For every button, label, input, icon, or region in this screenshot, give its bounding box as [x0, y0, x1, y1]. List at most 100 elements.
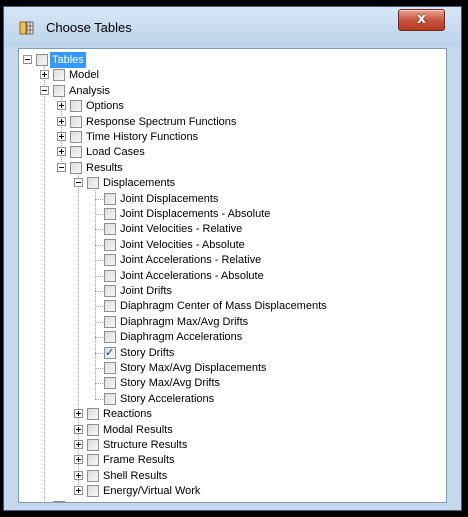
checkbox[interactable]: [104, 254, 116, 267]
tree-item-joint-velocities-relative[interactable]: Joint Velocities - Relative: [19, 221, 444, 237]
checkbox[interactable]: [53, 500, 65, 502]
tree-item-diaphragm-accelerations[interactable]: Diaphragm Accelerations: [19, 329, 444, 345]
tree-item-label: Results: [86, 161, 123, 174]
expand-icon[interactable]: [74, 409, 83, 419]
tree-item-label: Shell Results: [103, 469, 168, 482]
tree-item-label: Energy/Virtual Work: [103, 485, 201, 498]
tree-item-joint-displacements-absolute[interactable]: Joint Displacements - Absolute: [19, 206, 444, 222]
checkbox[interactable]: [104, 285, 116, 297]
choose-tables-dialog: Choose Tables x Tables Model Analysis Optio…: [3, 6, 462, 511]
tree-item-story-max-avg-displacements[interactable]: Story Max/Avg Displacements: [19, 360, 444, 376]
checkbox[interactable]: [104, 238, 116, 251]
tree-item-frame-results[interactable]: Frame Results: [19, 452, 444, 468]
tree-item-label: Diaphragm Accelerations: [120, 331, 243, 344]
tables-app-icon: [19, 21, 34, 35]
expand-icon[interactable]: [74, 424, 83, 434]
expand-icon[interactable]: [74, 455, 83, 465]
tree-item-label: Load Cases: [86, 146, 145, 159]
checkbox[interactable]: [70, 115, 82, 128]
tree-item-shell-results[interactable]: Shell Results: [19, 468, 444, 484]
tree-item-model[interactable]: Model: [19, 67, 444, 83]
tree-item-reactions[interactable]: Reactions: [19, 406, 444, 422]
checkbox[interactable]: [53, 84, 65, 97]
checkbox[interactable]: [87, 454, 99, 467]
checkbox[interactable]: [87, 408, 99, 421]
tree-item-label: Diaphragm Center of Mass Displacements: [120, 300, 327, 313]
checkbox[interactable]: [104, 377, 116, 390]
checkbox[interactable]: [70, 146, 82, 159]
tree-item-joint-drifts[interactable]: Joint Drifts: [19, 283, 444, 299]
expand-icon[interactable]: [74, 440, 83, 449]
checkbox[interactable]: [53, 69, 65, 82]
tree-item-response-spectrum-functions[interactable]: Response Spectrum Functions: [19, 114, 444, 130]
tree-item-label: Tables: [50, 52, 86, 68]
tree-item-label: Model: [69, 69, 99, 82]
checkbox[interactable]: [87, 177, 99, 190]
tree-item-modal-results[interactable]: Modal Results: [19, 422, 444, 438]
checkbox[interactable]: [70, 161, 82, 174]
tree-item-joint-velocities-absolute[interactable]: Joint Velocities - Absolute: [19, 237, 444, 253]
collapse-icon[interactable]: [40, 85, 49, 95]
tree-item-displacements[interactable]: Displacements: [19, 175, 444, 191]
window-title: Choose Tables: [46, 20, 132, 35]
tree-item-label: Analysis: [69, 84, 110, 97]
tree-item-tables[interactable]: Tables: [19, 52, 444, 68]
tree-item-story-drifts[interactable]: Story Drifts: [19, 345, 444, 361]
expand-icon[interactable]: [57, 116, 66, 126]
checkbox[interactable]: [104, 300, 116, 313]
collapse-icon[interactable]: [57, 162, 66, 172]
checkbox[interactable]: [104, 223, 116, 236]
tree-item-label: Story Drifts: [120, 346, 175, 359]
tree-item-label: Joint Velocities - Absolute: [120, 238, 245, 251]
collapse-icon[interactable]: [23, 55, 32, 64]
tree-item-options[interactable]: Options: [19, 98, 444, 114]
title-bar[interactable]: Choose Tables x: [4, 7, 461, 47]
tree-item-energy-virtual-work[interactable]: Energy/Virtual Work: [19, 483, 444, 499]
tree-item-label: Joint Displacements - Absolute: [120, 208, 271, 220]
checkbox[interactable]: [104, 362, 116, 374]
tree-item-design[interactable]: Design: [19, 499, 444, 502]
checkbox[interactable]: [87, 439, 99, 451]
tree-item-time-history-functions[interactable]: Time History Functions: [19, 129, 444, 145]
collapse-icon[interactable]: [74, 178, 83, 188]
checkbox[interactable]: [104, 269, 116, 282]
checkbox[interactable]: [87, 469, 99, 482]
tree-item-label: Time History Functions: [86, 131, 199, 143]
checkbox[interactable]: [87, 485, 99, 498]
tree-item-story-accelerations[interactable]: Story Accelerations: [19, 391, 444, 407]
checkbox[interactable]: [104, 192, 116, 205]
expand-icon[interactable]: [74, 470, 83, 480]
tree-item-joint-accelerations-relative[interactable]: Joint Accelerations - Relative: [19, 252, 444, 268]
tree-item-story-max-avg-drifts[interactable]: Story Max/Avg Drifts: [19, 375, 444, 391]
tree-item-label: Joint Accelerations - Absolute: [120, 269, 264, 282]
expand-icon[interactable]: [57, 132, 66, 141]
checkbox[interactable]: [104, 345, 116, 361]
tree-item-results[interactable]: Results: [19, 160, 444, 176]
tree-item-structure-results[interactable]: Structure Results: [19, 437, 444, 453]
tree-item-label: Modal Results: [103, 423, 173, 436]
tree-item-analysis[interactable]: Analysis: [19, 83, 444, 99]
checkbox[interactable]: [104, 392, 116, 405]
close-button[interactable]: x: [398, 9, 445, 31]
tree-item-load-cases[interactable]: Load Cases: [19, 144, 444, 160]
expand-icon[interactable]: [74, 486, 83, 496]
tree-item-joint-accelerations-absolute[interactable]: Joint Accelerations - Absolute: [19, 268, 444, 284]
checkbox[interactable]: [70, 100, 82, 113]
table-tree[interactable]: Tables Model Analysis Options Response Spect…: [18, 48, 447, 503]
tree-item-label: Joint Drifts: [120, 285, 172, 297]
tree-item-label: Story Max/Avg Displacements: [120, 362, 267, 374]
tree-item-label: Diaphragm Max/Avg Drifts: [120, 315, 249, 328]
checkbox[interactable]: [104, 331, 116, 344]
tree-item-diaphragm-center-of-mass-displacements[interactable]: Diaphragm Center of Mass Displacements: [19, 298, 444, 314]
expand-icon[interactable]: [40, 501, 49, 502]
checkbox[interactable]: [87, 423, 99, 436]
tree-item-diaphragm-max-avg-drifts[interactable]: Diaphragm Max/Avg Drifts: [19, 314, 444, 330]
checkbox[interactable]: [70, 131, 82, 143]
tree-item-joint-displacements[interactable]: Joint Displacements: [19, 191, 444, 207]
expand-icon[interactable]: [57, 147, 66, 157]
checkbox[interactable]: [104, 315, 116, 328]
expand-icon[interactable]: [57, 101, 66, 111]
expand-icon[interactable]: [40, 70, 49, 80]
checkbox[interactable]: [104, 208, 116, 220]
checkbox[interactable]: [36, 54, 48, 66]
